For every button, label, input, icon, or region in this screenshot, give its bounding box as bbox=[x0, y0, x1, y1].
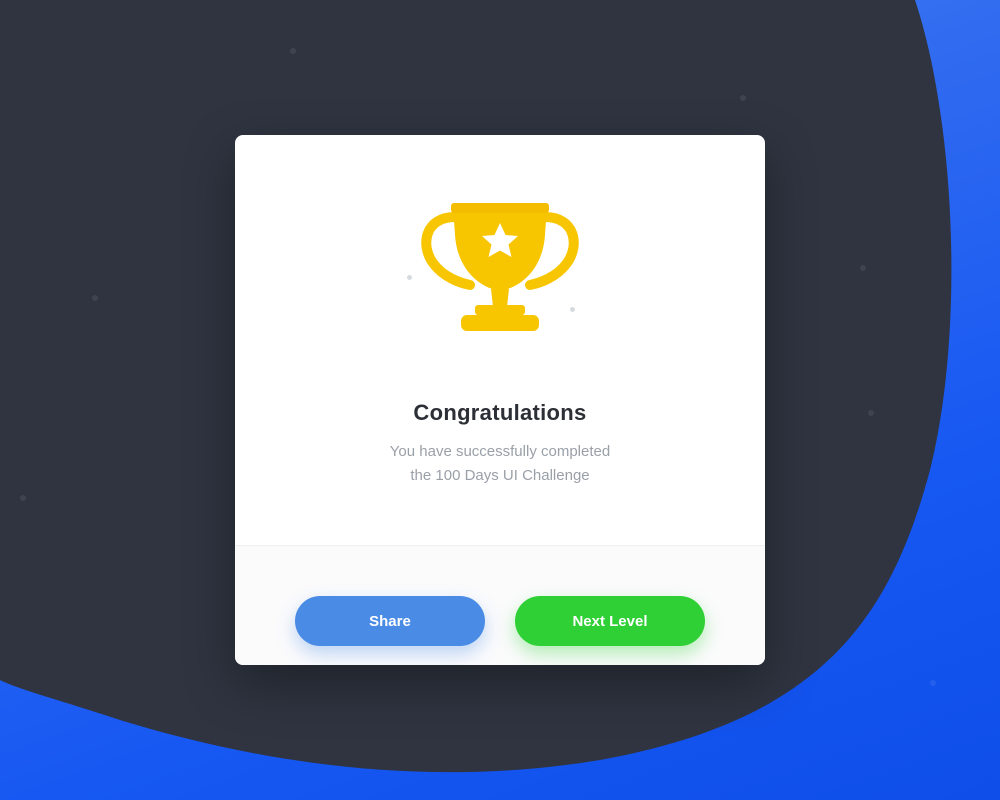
dialog-body: Congratulations You have successfully co… bbox=[235, 135, 765, 545]
dialog-message-line: the 100 Days UI Challenge bbox=[410, 467, 590, 484]
decorative-speck bbox=[860, 265, 866, 271]
background: Congratulations You have successfully co… bbox=[0, 0, 1000, 800]
decorative-dot bbox=[570, 307, 575, 312]
decorative-speck bbox=[92, 295, 98, 301]
next-level-button[interactable]: Next Level bbox=[515, 596, 705, 646]
trophy-icon bbox=[421, 203, 579, 331]
decorative-dot bbox=[407, 275, 412, 280]
dialog-message: You have successfully completed the 100 … bbox=[330, 440, 670, 488]
share-button[interactable]: Share bbox=[295, 596, 485, 646]
dialog-footer: Share Next Level bbox=[235, 545, 765, 665]
decorative-speck bbox=[930, 680, 936, 686]
dialog-message-line: You have successfully completed bbox=[389, 443, 611, 460]
decorative-speck bbox=[868, 410, 874, 416]
decorative-speck bbox=[20, 495, 26, 501]
decorative-speck bbox=[740, 95, 746, 101]
decorative-speck bbox=[290, 48, 296, 54]
dialog-title: Congratulations bbox=[413, 400, 587, 425]
congratulations-dialog: Congratulations You have successfully co… bbox=[235, 135, 765, 665]
